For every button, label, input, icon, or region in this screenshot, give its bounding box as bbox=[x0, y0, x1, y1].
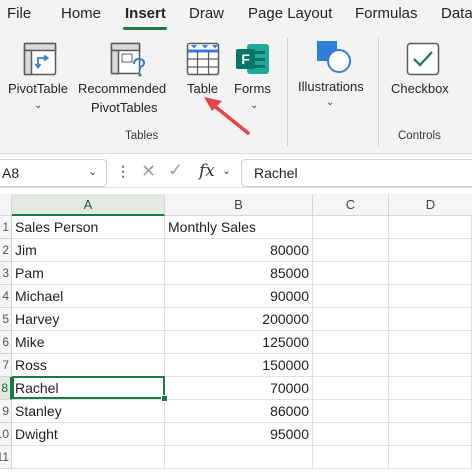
table-cell[interactable] bbox=[165, 446, 313, 469]
table-cell[interactable] bbox=[389, 239, 472, 262]
select-all-corner[interactable] bbox=[0, 194, 12, 216]
name-box-value: A8 bbox=[2, 165, 20, 181]
table-cell[interactable]: 86000 bbox=[165, 400, 313, 423]
cell-a1[interactable]: Sales Person bbox=[12, 216, 165, 239]
chevron-down-icon[interactable]: ⌄ bbox=[88, 165, 97, 178]
active-cell-border bbox=[12, 376, 165, 399]
column-header-c[interactable]: C bbox=[313, 194, 389, 216]
fill-handle[interactable] bbox=[161, 395, 168, 402]
table-cell[interactable] bbox=[389, 423, 472, 446]
table-cell[interactable] bbox=[313, 308, 389, 331]
table-cell[interactable] bbox=[313, 285, 389, 308]
table-cell[interactable]: Harvey bbox=[12, 308, 165, 331]
insert-function-icon[interactable]: fx bbox=[199, 161, 215, 181]
table-cell[interactable] bbox=[389, 262, 472, 285]
table-cell[interactable]: 95000 bbox=[165, 423, 313, 446]
row-header[interactable]: 9 bbox=[0, 400, 12, 423]
table-cell[interactable] bbox=[389, 400, 472, 423]
table-cell[interactable]: 85000 bbox=[165, 262, 313, 285]
table-cell[interactable] bbox=[313, 262, 389, 285]
cell-c1[interactable] bbox=[313, 216, 389, 239]
table-cell[interactable] bbox=[313, 377, 389, 400]
table-cell[interactable]: Stanley bbox=[12, 400, 165, 423]
row-header-selected[interactable]: 8 bbox=[0, 377, 12, 400]
table-cell[interactable]: 150000 bbox=[165, 354, 313, 377]
table-cell[interactable]: Jim bbox=[12, 239, 165, 262]
row-header[interactable]: 4 bbox=[0, 285, 12, 308]
cell-d1[interactable] bbox=[389, 216, 472, 239]
row-header[interactable]: 6 bbox=[0, 331, 12, 354]
table-cell[interactable] bbox=[12, 446, 165, 469]
table-cell[interactable]: 70000 bbox=[165, 377, 313, 400]
annotation-arrow bbox=[204, 97, 250, 135]
table-cell[interactable]: Dwight bbox=[12, 423, 165, 446]
row-header[interactable]: 2 bbox=[0, 239, 12, 262]
table-cell[interactable]: 90000 bbox=[165, 285, 313, 308]
column-header-b[interactable]: B bbox=[165, 194, 313, 216]
table-cell[interactable] bbox=[389, 308, 472, 331]
table-cell[interactable] bbox=[313, 446, 389, 469]
chevron-down-icon[interactable]: ⌄ bbox=[222, 164, 231, 177]
column-header-d[interactable]: D bbox=[389, 194, 472, 216]
table-cell[interactable]: Mike bbox=[12, 331, 165, 354]
table-cell[interactable] bbox=[389, 377, 472, 400]
row-header[interactable]: 11 bbox=[0, 446, 12, 469]
table-cell[interactable] bbox=[313, 239, 389, 262]
table-cell[interactable]: 125000 bbox=[165, 331, 313, 354]
row-header[interactable]: 5 bbox=[0, 308, 12, 331]
row-header[interactable]: 1 bbox=[0, 216, 12, 239]
more-options-icon[interactable]: ⋮ bbox=[116, 163, 130, 180]
table-cell[interactable] bbox=[313, 400, 389, 423]
table-cell[interactable]: Michael bbox=[12, 285, 165, 308]
row-header[interactable]: 3 bbox=[0, 262, 12, 285]
table-cell[interactable]: 80000 bbox=[165, 239, 313, 262]
column-header-a[interactable]: A bbox=[12, 194, 165, 216]
table-cell[interactable]: Pam bbox=[12, 262, 165, 285]
table-cell[interactable]: 200000 bbox=[165, 308, 313, 331]
table-cell[interactable]: Ross bbox=[12, 354, 165, 377]
formula-bar: A8 ⌄ ⋮ ✕ ✓ fx ⌄ Rachel bbox=[0, 157, 472, 188]
cancel-icon[interactable]: ✕ bbox=[141, 161, 156, 182]
row-header[interactable]: 7 bbox=[0, 354, 12, 377]
enter-check-icon[interactable]: ✓ bbox=[168, 160, 183, 181]
cell-b1[interactable]: Monthly Sales bbox=[165, 216, 313, 239]
table-cell[interactable] bbox=[389, 331, 472, 354]
name-box[interactable]: A8 ⌄ bbox=[0, 159, 107, 187]
formula-input[interactable]: Rachel bbox=[241, 159, 472, 187]
table-cell[interactable] bbox=[313, 331, 389, 354]
worksheet-grid[interactable]: A B C D 1 Sales Person Monthly Sales 2 J… bbox=[0, 194, 472, 473]
table-cell[interactable] bbox=[313, 423, 389, 446]
formula-value: Rachel bbox=[254, 165, 298, 181]
row-header[interactable]: 10 bbox=[0, 423, 12, 446]
table-cell[interactable] bbox=[389, 285, 472, 308]
table-cell[interactable] bbox=[389, 446, 472, 469]
table-cell[interactable] bbox=[313, 354, 389, 377]
table-cell[interactable] bbox=[389, 354, 472, 377]
